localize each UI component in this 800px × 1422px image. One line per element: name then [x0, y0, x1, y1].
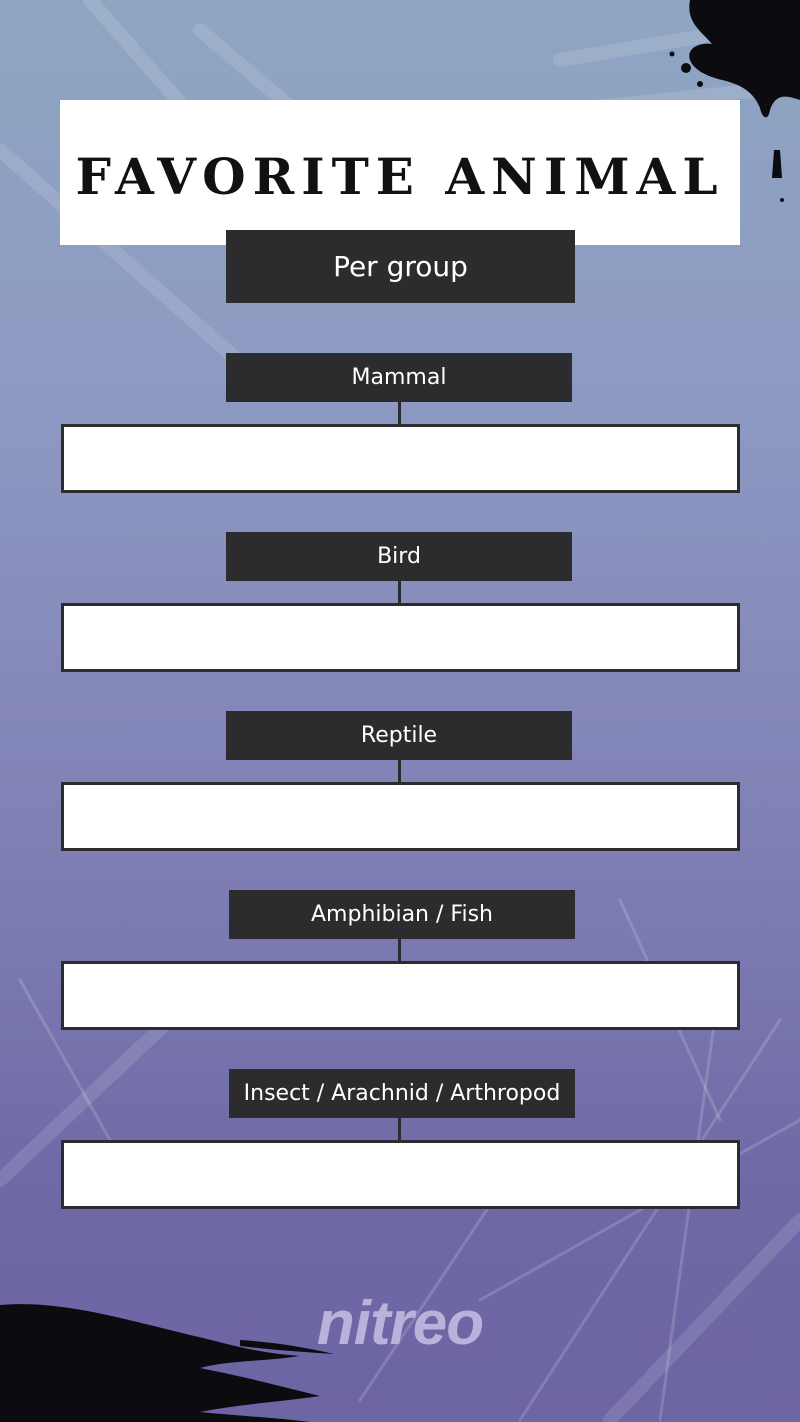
page-title: FAVORITE ANIMAL [75, 147, 725, 206]
connector-line [398, 939, 401, 962]
group-label-mammal: Mammal [226, 353, 572, 402]
answer-field-bird[interactable] [61, 603, 740, 672]
group-label-amphibian-fish: Amphibian / Fish [229, 890, 575, 939]
group-label-text: Reptile [360, 723, 438, 748]
connector-line [398, 1118, 401, 1141]
subtitle-text: Per group [333, 250, 468, 283]
answer-field-insect-arachnid-arthropod[interactable] [61, 1140, 740, 1209]
connector-line [398, 581, 401, 604]
brand-logo: nitreo [316, 1289, 484, 1358]
story-page: FAVORITE ANIMAL Per group Mammal Bird Re… [0, 0, 800, 1422]
answer-field-amphibian-fish[interactable] [61, 961, 740, 1030]
group-label-text: Amphibian / Fish [311, 902, 493, 927]
connector-line [398, 760, 401, 783]
group-label-text: Bird [377, 544, 421, 569]
answer-field-reptile[interactable] [61, 782, 740, 851]
group-label-reptile: Reptile [226, 711, 572, 760]
subtitle-badge: Per group [226, 230, 575, 303]
group-label-text: Mammal [351, 365, 447, 390]
group-label-bird: Bird [226, 532, 572, 581]
group-label-insect-arachnid-arthropod: Insect / Arachnid / Arthropod [229, 1069, 575, 1118]
group-label-text: Insect / Arachnid / Arthropod [243, 1081, 561, 1106]
answer-field-mammal[interactable] [61, 424, 740, 493]
connector-line [398, 402, 401, 425]
title-card: FAVORITE ANIMAL [60, 100, 740, 245]
